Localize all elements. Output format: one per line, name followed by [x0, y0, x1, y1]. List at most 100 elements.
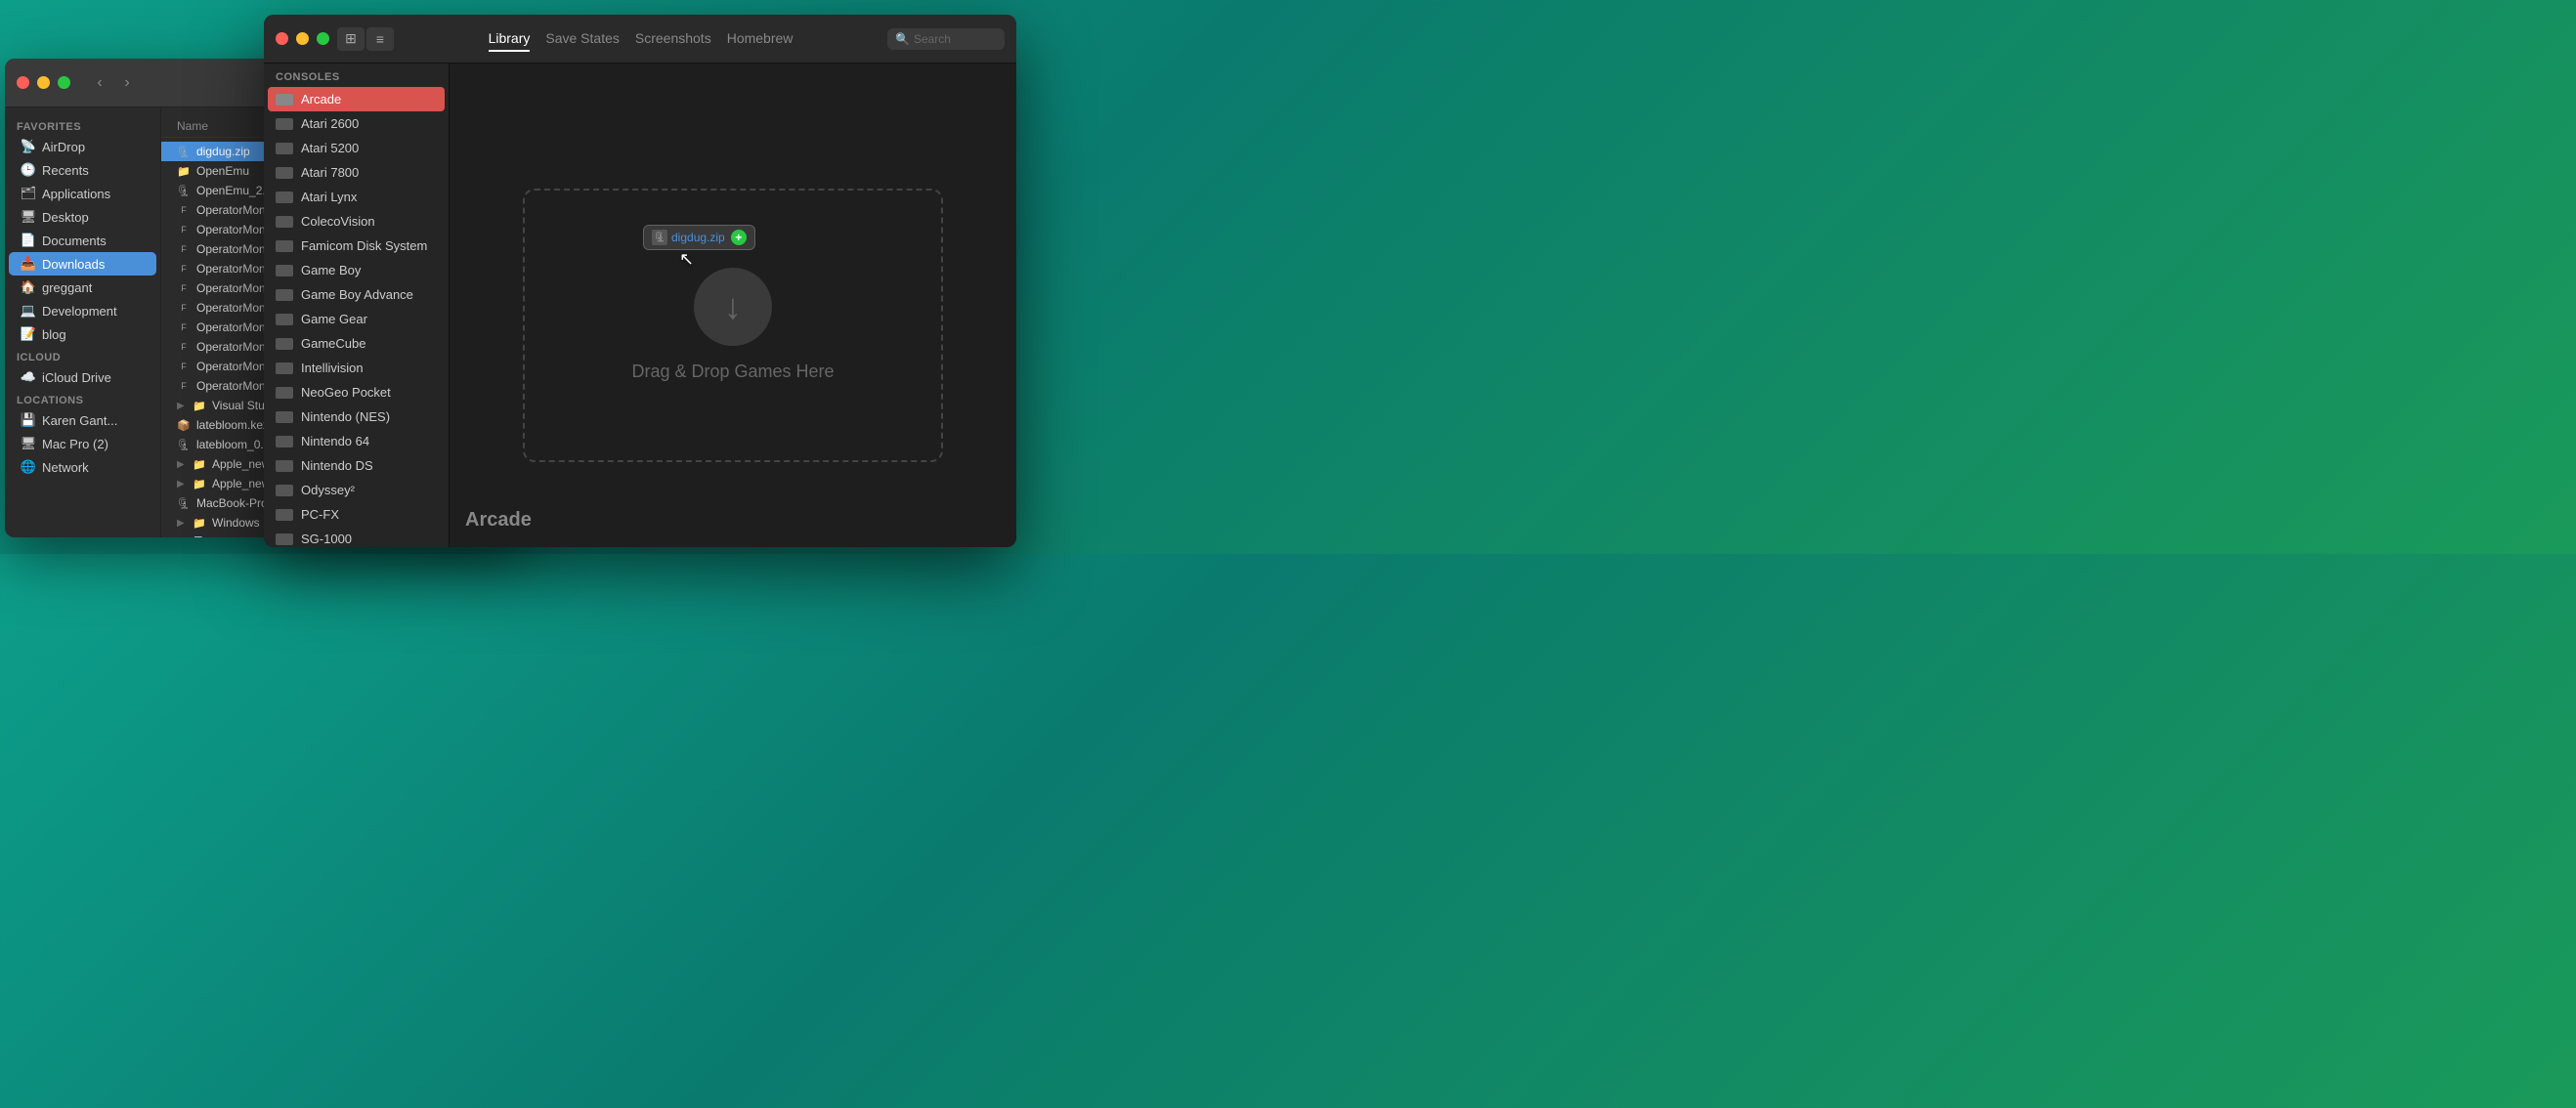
sidebar-item-recents[interactable]: 🕒 Recents	[9, 158, 156, 182]
applications-icon: 🗂	[21, 186, 36, 201]
console-icon	[276, 387, 293, 399]
mac-icon: 🖥	[21, 436, 36, 451]
console-item-intellivision[interactable]: Intellivision	[264, 356, 449, 380]
sidebar-item-desktop[interactable]: 🖥 Desktop	[9, 205, 156, 229]
console-label: GameCube	[301, 336, 365, 351]
airdrop-icon: 📡	[21, 139, 36, 154]
file-icon: 📄	[193, 535, 206, 537]
console-label: Game Boy Advance	[301, 287, 413, 302]
font-icon: F	[177, 320, 191, 334]
console-item-colecovision[interactable]: ColecoVision	[264, 209, 449, 234]
console-label: Atari Lynx	[301, 190, 357, 204]
sidebar-item-label: blog	[42, 327, 66, 342]
sidebar-item-airdrop[interactable]: 📡 AirDrop	[9, 135, 156, 158]
zip-icon: 🗜	[177, 184, 191, 197]
dragging-file-indicator: 🗜 digdug.zip +	[643, 225, 755, 250]
console-item-neogeo[interactable]: NeoGeo Pocket	[264, 380, 449, 405]
console-icon	[276, 143, 293, 154]
font-icon: F	[177, 223, 191, 236]
console-item-sg1000[interactable]: SG-1000	[264, 527, 449, 547]
console-item-famicom-disk[interactable]: Famicom Disk System	[264, 234, 449, 258]
nav-homebrew[interactable]: Homebrew	[727, 26, 794, 52]
maximize-button[interactable]	[58, 76, 70, 89]
openemu-titlebar: ⊞ ≡ Library Save States Screenshots Home…	[264, 15, 1016, 64]
sidebar-item-label: Development	[42, 304, 117, 319]
disclosure-icon: ▶	[177, 459, 187, 469]
console-item-atari7800[interactable]: Atari 7800	[264, 160, 449, 185]
drive-icon: 💾	[21, 412, 36, 428]
sidebar-item-label: iCloud Drive	[42, 370, 111, 385]
font-icon: F	[177, 281, 191, 295]
console-item-atari5200[interactable]: Atari 5200	[264, 136, 449, 160]
console-icon	[276, 167, 293, 179]
toolbar-navigation: Library Save States Screenshots Homebrew	[402, 26, 880, 52]
console-arcade-icon	[276, 94, 293, 106]
console-icon	[276, 485, 293, 496]
sidebar-item-label: Mac Pro (2)	[42, 437, 108, 451]
sidebar-item-label: Desktop	[42, 210, 89, 225]
folder-icon: 📁	[193, 516, 206, 530]
sidebar-item-network[interactable]: 🌐 Network	[9, 455, 156, 479]
close-button[interactable]	[17, 76, 29, 89]
console-item-gameboy[interactable]: Game Boy	[264, 258, 449, 282]
list-view-button[interactable]: ≡	[366, 27, 394, 51]
sidebar-item-blog[interactable]: 📝 blog	[9, 322, 156, 346]
grid-view-button[interactable]: ⊞	[337, 27, 365, 51]
font-icon: F	[177, 242, 191, 256]
oe-minimize-button[interactable]	[296, 32, 309, 45]
console-label: Atari 5200	[301, 141, 359, 155]
disclosure-icon: ▶	[177, 479, 187, 489]
recents-icon: 🕒	[21, 162, 36, 178]
sidebar-item-applications[interactable]: 🗂 Applications	[9, 182, 156, 205]
file-name: latebloom.kext	[196, 418, 272, 432]
console-label: Atari 2600	[301, 116, 359, 131]
sidebar-item-mac-pro[interactable]: 🖥 Mac Pro (2)	[9, 432, 156, 455]
console-item-atari-lynx[interactable]: Atari Lynx	[264, 185, 449, 209]
minimize-button[interactable]	[37, 76, 50, 89]
font-icon: F	[177, 360, 191, 373]
desktop-icon: 🖥	[21, 209, 36, 225]
forward-button[interactable]: ›	[115, 71, 139, 95]
sidebar-item-development[interactable]: 💻 Development	[9, 299, 156, 322]
console-icon	[276, 533, 293, 545]
console-item-nes[interactable]: Nintendo (NES)	[264, 405, 449, 429]
console-item-atari2600[interactable]: Atari 2600	[264, 111, 449, 136]
console-label: Game Boy	[301, 263, 361, 277]
font-icon: F	[177, 379, 191, 393]
nav-library[interactable]: Library	[489, 26, 531, 52]
sidebar-item-karen[interactable]: 💾 Karen Gant...	[9, 408, 156, 432]
sidebar-item-icloud-drive[interactable]: ☁️ iCloud Drive	[9, 365, 156, 389]
sidebar-item-label: Network	[42, 460, 89, 475]
console-item-gamecube[interactable]: GameCube	[264, 331, 449, 356]
openemu-window: ⊞ ≡ Library Save States Screenshots Home…	[264, 15, 1016, 547]
nav-screenshots[interactable]: Screenshots	[635, 26, 711, 52]
back-button[interactable]: ‹	[88, 71, 111, 95]
console-item-pcfx[interactable]: PC-FX	[264, 502, 449, 527]
downloads-icon: 📥	[21, 256, 36, 272]
drag-file-icon: 🗜	[652, 230, 667, 245]
icloud-header: iCloud	[5, 346, 160, 365]
console-item-gamegear[interactable]: Game Gear	[264, 307, 449, 331]
console-item-nds[interactable]: Nintendo DS	[264, 453, 449, 478]
sidebar-item-downloads[interactable]: 📥 Downloads	[9, 252, 156, 276]
console-icon	[276, 192, 293, 203]
console-item-n64[interactable]: Nintendo 64	[264, 429, 449, 453]
sidebar-item-label: Documents	[42, 234, 107, 248]
sidebar-item-greggant[interactable]: 🏠 greggant	[9, 276, 156, 299]
search-bar[interactable]: 🔍 Search	[887, 28, 1005, 50]
console-label: ColecoVision	[301, 214, 375, 229]
sidebar-item-documents[interactable]: 📄 Documents	[9, 229, 156, 252]
nav-save-states[interactable]: Save States	[545, 26, 620, 52]
console-item-gba[interactable]: Game Boy Advance	[264, 282, 449, 307]
console-item-arcade[interactable]: Arcade	[268, 87, 445, 111]
console-label: NeoGeo Pocket	[301, 385, 391, 400]
oe-close-button[interactable]	[276, 32, 288, 45]
console-icon	[276, 289, 293, 301]
console-icon	[276, 265, 293, 277]
drop-arrow-icon: ↓	[694, 268, 772, 346]
home-icon: 🏠	[21, 279, 36, 295]
zip-icon: 🗜	[177, 496, 191, 510]
sidebar-item-label: Karen Gant...	[42, 413, 117, 428]
oe-maximize-button[interactable]	[317, 32, 329, 45]
console-item-odyssey[interactable]: Odyssey²	[264, 478, 449, 502]
